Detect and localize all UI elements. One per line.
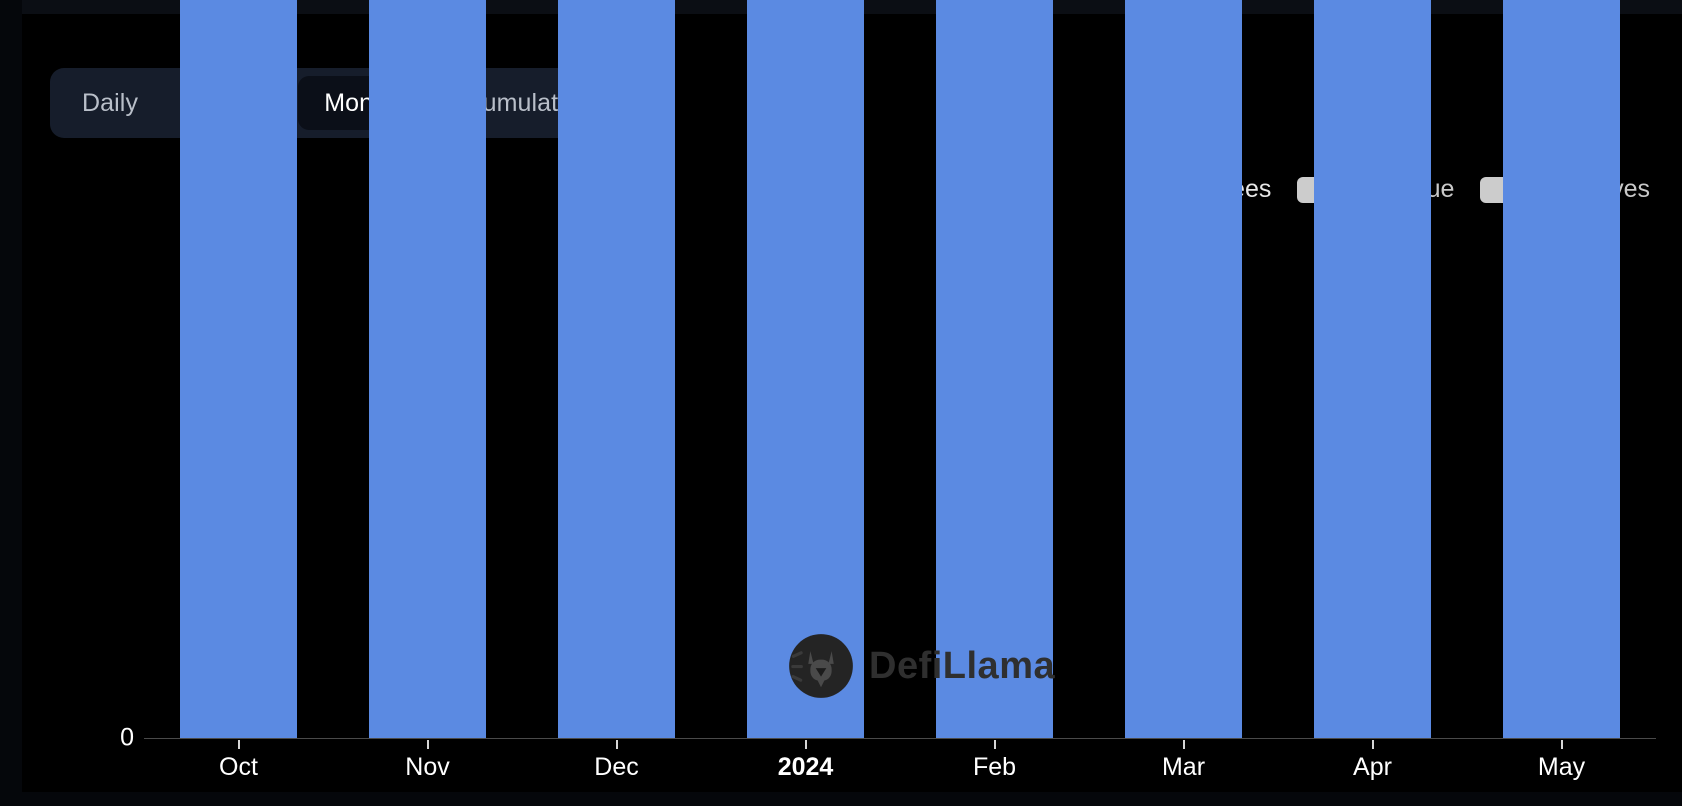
gridline xyxy=(144,738,1656,739)
bar-feb[interactable] xyxy=(935,0,1054,738)
x-axis-tick-mark xyxy=(1371,740,1374,749)
x-axis-tick-mark xyxy=(1182,740,1185,749)
x-axis-tick-mark xyxy=(993,740,996,749)
chart-page: DailyWeeklyMonthlyCumulative FeesRevenue… xyxy=(0,0,1682,806)
fees-bar-chart: 010m20m30m40m50m OctNovDec2024FebMarAprM… xyxy=(22,0,1662,781)
x-axis-tick-label: Oct xyxy=(219,753,258,781)
x-axis-tick-label: May xyxy=(1537,753,1586,781)
x-axis-tick-mark xyxy=(426,740,429,749)
x-axis-tick-mark xyxy=(615,740,618,749)
x-axis-tick-label: Dec xyxy=(594,753,639,781)
x-axis-tick-mark xyxy=(1560,740,1563,749)
x-axis-tick-label: Nov xyxy=(405,753,450,781)
bar-nov[interactable] xyxy=(368,0,487,738)
bar-mar[interactable] xyxy=(1124,0,1243,738)
bar-series-fees xyxy=(144,0,1656,738)
window-left-edge xyxy=(0,0,22,806)
x-axis-tick-mark xyxy=(804,740,807,749)
bar-dec[interactable] xyxy=(557,0,676,738)
y-axis-tick-label: 0 xyxy=(120,723,134,752)
bar-apr[interactable] xyxy=(1313,0,1432,738)
x-axis-tick-label: Feb xyxy=(972,753,1017,781)
bar-2024[interactable] xyxy=(746,0,865,738)
x-axis-tick-mark xyxy=(237,740,240,749)
window-bottom-edge xyxy=(0,792,1682,806)
bar-oct[interactable] xyxy=(179,0,298,738)
interval-tab-group: DailyWeeklyMonthlyCumulative xyxy=(50,68,623,138)
tab-daily[interactable]: Daily xyxy=(56,76,164,130)
x-axis-tick-label: Mar xyxy=(1161,753,1206,781)
x-axis-tick-label: Apr xyxy=(1353,753,1392,781)
bar-may[interactable] xyxy=(1502,0,1621,738)
x-axis-tick-label: 2024 xyxy=(777,753,834,781)
tab-label: Daily xyxy=(82,88,139,117)
